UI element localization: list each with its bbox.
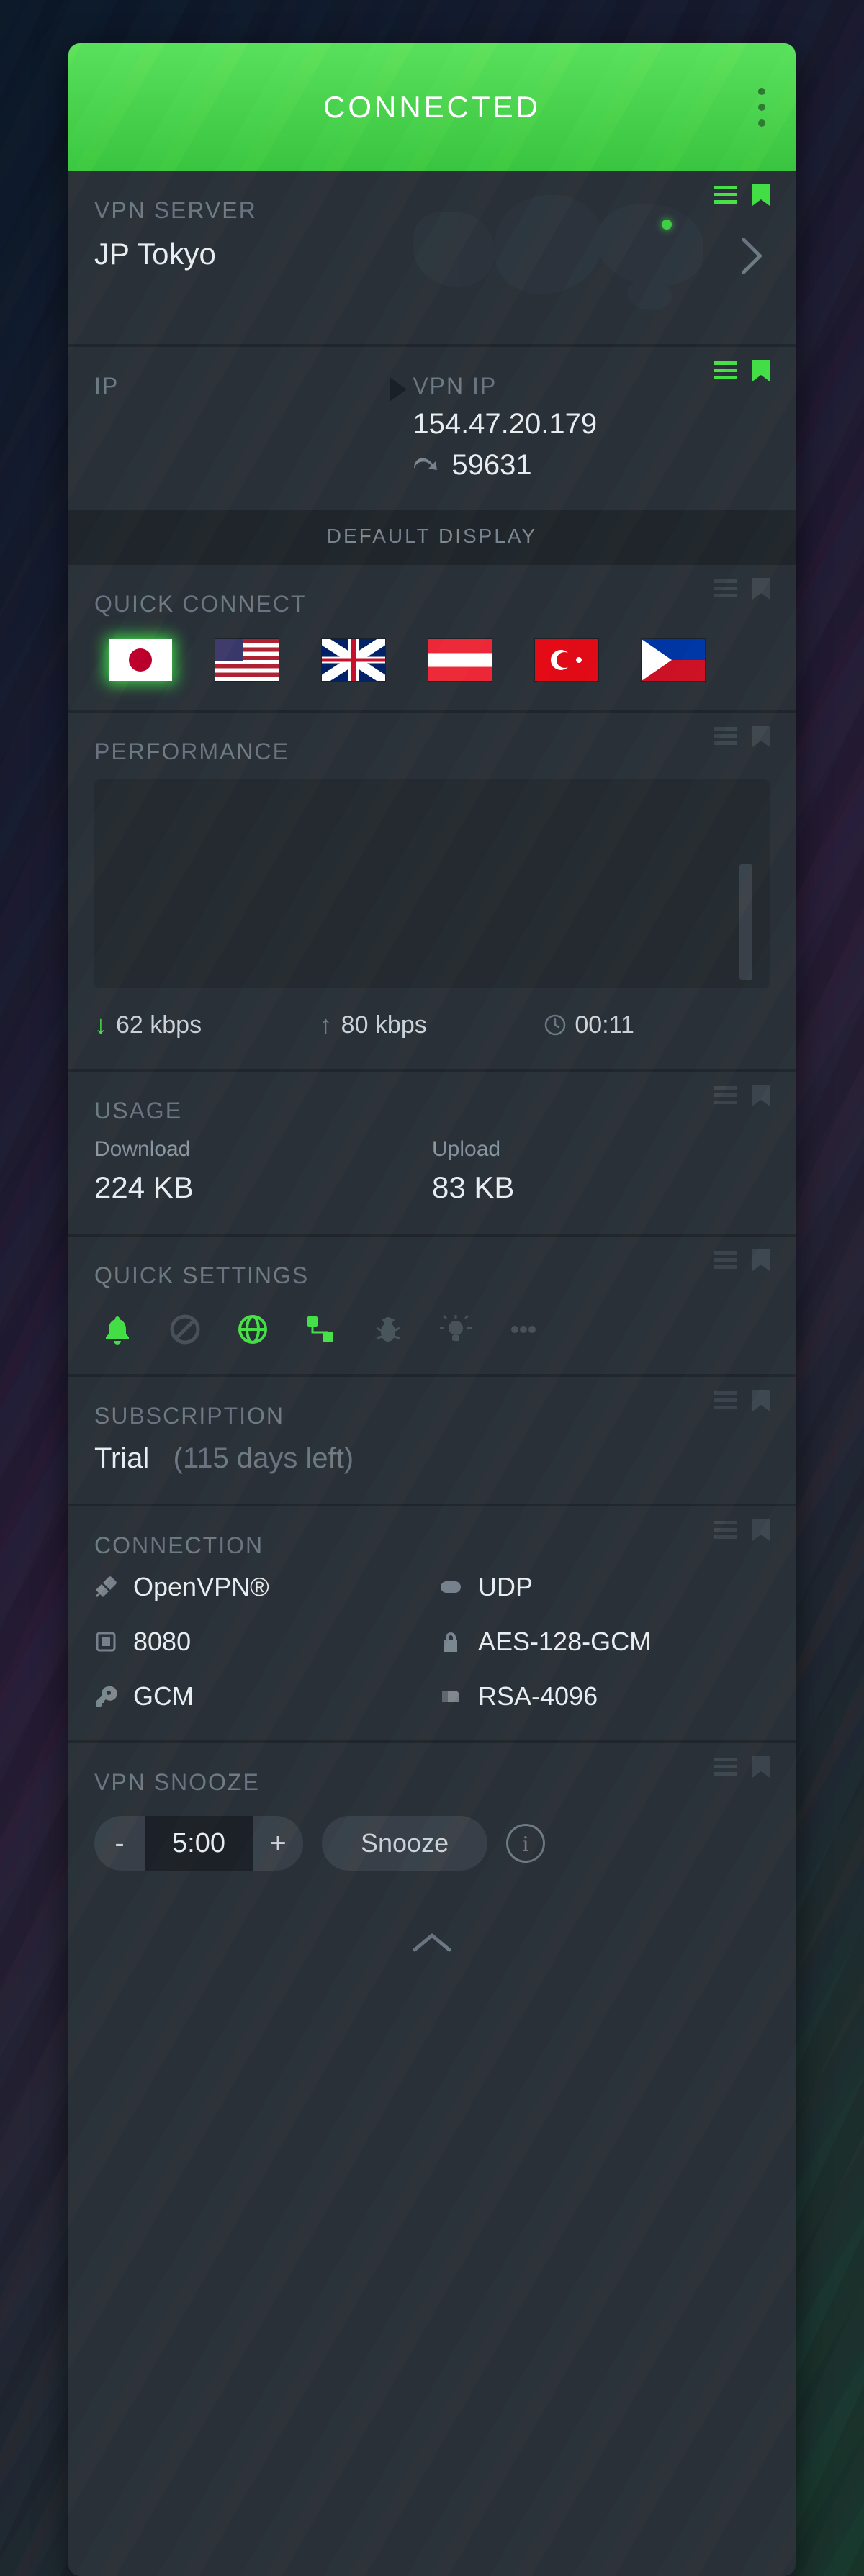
subscription-plan: Trial (94, 1442, 149, 1474)
port-icon (94, 1630, 117, 1653)
lock-icon (439, 1630, 462, 1653)
bookmark-icon[interactable] (752, 1085, 770, 1106)
connection-cipher: AES-128-GCM (439, 1627, 770, 1657)
snooze-minus-button[interactable]: - (94, 1816, 145, 1871)
list-icon[interactable] (714, 361, 737, 380)
connection-port: 8080 (94, 1627, 425, 1657)
list-icon[interactable] (714, 1251, 737, 1270)
upload-label: Upload (432, 1137, 770, 1162)
snooze-title: VPN SNOOZE (94, 1769, 770, 1796)
info-icon[interactable]: i (506, 1824, 545, 1863)
performance-title: PERFORMANCE (94, 738, 770, 765)
download-arrow-icon: ↓ (94, 1010, 107, 1040)
more-icon[interactable] (508, 1314, 539, 1345)
bookmark-icon[interactable] (752, 1519, 770, 1541)
cert-icon (439, 1685, 462, 1708)
upload-speed: ↑ 80 kbps (320, 1010, 545, 1040)
list-icon[interactable] (714, 1521, 737, 1540)
duration: 00:11 (544, 1011, 770, 1039)
ip-section: IP VPN IP 154.47.20.179 59631 (68, 344, 796, 510)
download-speed: ↓ 62 kbps (94, 1010, 320, 1040)
performance-section: PERFORMANCE ↓ 62 kbps ↑ 80 kbps 00:11 (68, 710, 796, 1069)
flag-at[interactable] (428, 639, 492, 681)
bookmark-icon[interactable] (752, 1390, 770, 1411)
lan-icon[interactable] (305, 1314, 336, 1345)
connection-auth: GCM (94, 1681, 425, 1712)
bookmark-icon[interactable] (752, 1249, 770, 1271)
server-section[interactable]: VPN SERVER JP Tokyo (68, 171, 796, 344)
flag-tr[interactable] (535, 639, 598, 681)
list-icon[interactable] (714, 186, 737, 204)
status-header: CONNECTED (68, 43, 796, 171)
usage-section: USAGE Download 224 KB Upload 83 KB (68, 1069, 796, 1234)
quick-settings-title: QUICK SETTINGS (94, 1262, 770, 1289)
list-icon[interactable] (714, 727, 737, 746)
quick-connect-section: QUICK CONNECT (68, 562, 796, 710)
list-icon[interactable] (714, 1758, 737, 1776)
bookmark-icon[interactable] (752, 184, 770, 206)
globe-icon[interactable] (237, 1314, 269, 1345)
flag-ph[interactable] (642, 639, 705, 681)
ip-title: IP (94, 373, 390, 399)
vpn-ip-value: 154.47.20.179 (413, 408, 770, 440)
performance-graph (94, 779, 770, 988)
bookmark-icon[interactable] (752, 726, 770, 747)
snooze-button[interactable]: Snooze (322, 1816, 487, 1871)
forward-icon (413, 456, 438, 476)
bookmark-icon[interactable] (752, 1756, 770, 1778)
connection-handshake: RSA-4096 (439, 1681, 770, 1712)
flag-list (94, 639, 770, 681)
list-icon[interactable] (714, 1391, 737, 1410)
default-display-bar: DEFAULT DISPLAY (68, 510, 796, 562)
snooze-stepper: - 5:00 + (94, 1816, 303, 1871)
snooze-section: VPN SNOOZE - 5:00 + Snooze i (68, 1740, 796, 1899)
download-speed-value: 62 kbps (116, 1011, 202, 1039)
flag-gb[interactable] (322, 639, 385, 681)
cancel-icon[interactable] (169, 1314, 201, 1345)
list-icon[interactable] (714, 579, 737, 598)
collapse-button[interactable] (68, 1899, 796, 1994)
key-icon (94, 1685, 117, 1708)
bookmark-icon[interactable] (752, 578, 770, 600)
download-label: Download (94, 1137, 432, 1162)
connection-transport: UDP (439, 1572, 770, 1602)
subscription-title: SUBSCRIPTION (94, 1403, 770, 1429)
upload-value: 83 KB (432, 1170, 770, 1205)
snooze-plus-button[interactable]: + (253, 1816, 303, 1871)
proto-icon (439, 1576, 462, 1599)
subscription-section: SUBSCRIPTION Trial (115 days left) (68, 1374, 796, 1504)
world-map (400, 184, 716, 321)
bell-icon[interactable] (102, 1314, 133, 1345)
connection-section: CONNECTION OpenVPN® UDP 8080 AES-128-GCM… (68, 1504, 796, 1740)
bookmark-icon[interactable] (752, 360, 770, 381)
connection-protocol: OpenVPN® (94, 1572, 425, 1602)
snooze-time[interactable]: 5:00 (145, 1816, 253, 1871)
flag-us[interactable] (215, 639, 279, 681)
menu-button[interactable] (758, 88, 765, 127)
subscription-remaining: (115 days left) (174, 1442, 354, 1474)
quick-settings-section: QUICK SETTINGS (68, 1234, 796, 1374)
duration-value: 00:11 (575, 1011, 634, 1039)
upload-arrow-icon: ↑ (320, 1010, 333, 1040)
connection-status: CONNECTED (323, 90, 541, 125)
chevron-right-icon[interactable] (739, 236, 764, 280)
connection-title: CONNECTION (94, 1532, 770, 1559)
plug-icon (94, 1576, 117, 1599)
download-value: 224 KB (94, 1170, 432, 1205)
usage-title: USAGE (94, 1098, 770, 1124)
arrow-right-icon (390, 377, 408, 405)
vpn-panel: CONNECTED VPN SERVER JP Tokyo (68, 43, 796, 2576)
clock-icon (544, 1014, 566, 1036)
chevron-up-icon (410, 1930, 454, 1954)
upload-speed-value: 80 kbps (341, 1011, 427, 1039)
list-icon[interactable] (714, 1086, 737, 1105)
bug-icon[interactable] (372, 1314, 404, 1345)
flag-jp[interactable] (109, 639, 172, 681)
vpn-port-value: 59631 (451, 449, 531, 482)
quick-connect-title: QUICK CONNECT (94, 591, 770, 618)
bulb-icon[interactable] (440, 1314, 472, 1345)
